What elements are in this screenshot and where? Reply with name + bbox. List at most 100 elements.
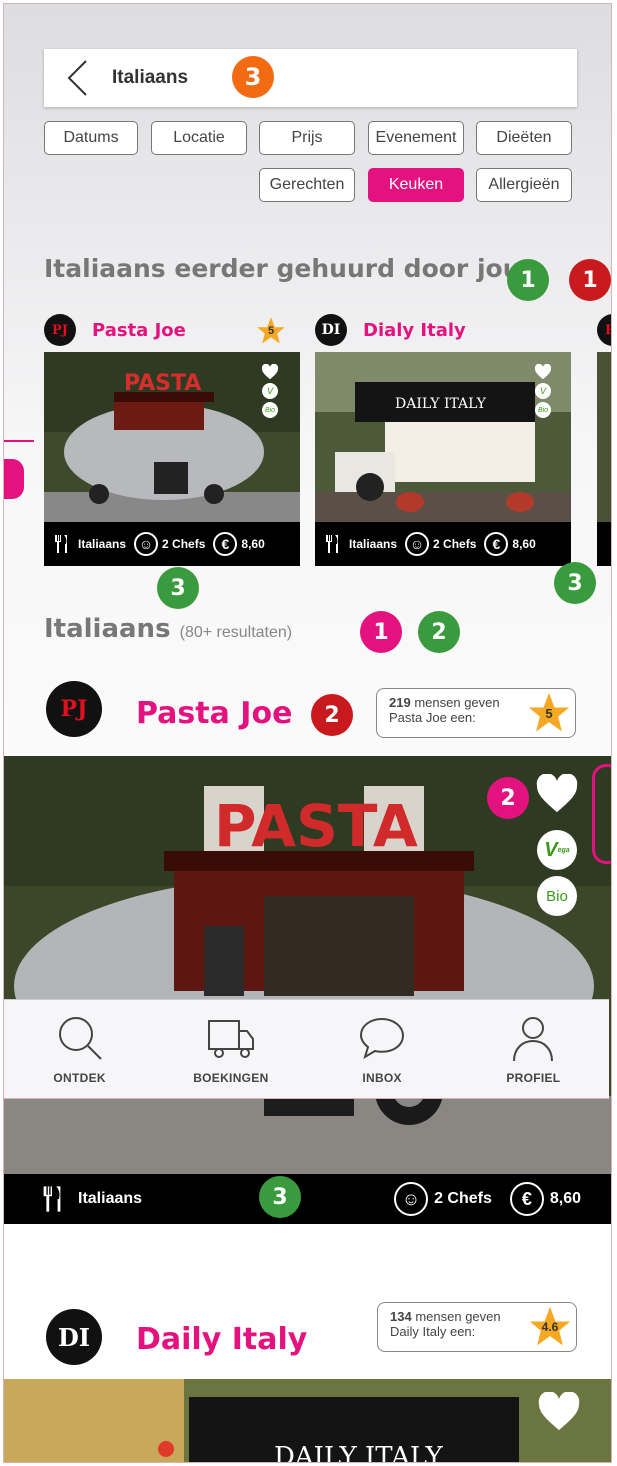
svg-text:PASTA: PASTA [124, 371, 201, 396]
dialy-italy-photo: DAILY ITALY [315, 352, 571, 522]
chef-icon: ☺ [394, 1182, 429, 1216]
vega-sub: ega [557, 846, 570, 854]
results-title: Italiaans (80+ resultaten) [44, 614, 292, 644]
scroll-arrow-icon [4, 440, 34, 442]
filter-datums[interactable]: Datums [44, 121, 138, 155]
nav-ontdek[interactable]: ONTDEK [20, 1013, 140, 1085]
filter-gerechten[interactable]: Gerechten [259, 168, 355, 202]
vendor-red-badge: 2 [311, 694, 353, 736]
app-frame: Italiaans 3 Datums Locatie Prijs Eveneme… [3, 3, 612, 1463]
filter-locatie[interactable]: Locatie [151, 121, 247, 155]
swipe-hand-icon [592, 764, 611, 864]
card-price: 8,60 [512, 537, 536, 551]
rating-star-icon: 5 [527, 691, 571, 735]
bio-icon: Bio [262, 402, 278, 418]
nav-profiel[interactable]: PROFIEL [473, 1013, 593, 1085]
recent-card-dialy-italy[interactable]: DI Dialy Italy DAILY ITALY V Bio Italiaa… [315, 312, 571, 566]
vega-label: V [544, 838, 558, 861]
pasta-joe-logo[interactable]: PJ [46, 681, 102, 737]
back-icon[interactable] [62, 58, 92, 98]
nav-boekingen[interactable]: BOEKINGEN [171, 1013, 291, 1085]
third-card-photo [597, 352, 611, 522]
rating-star-icon: 5 [256, 316, 286, 346]
dialy-italy-logo: DI [315, 314, 347, 346]
rating-count: 134 [390, 1309, 412, 1324]
cutlery-icon [43, 1186, 61, 1212]
card-info-bar: Italiaans ☺ 2 Chefs € 8,60 [44, 522, 300, 566]
results-pink-badge: 1 [360, 611, 402, 653]
card-cuisine: Italiaans [78, 537, 127, 551]
card-price: 8,60 [241, 537, 265, 551]
bar-green-badge: 3 [259, 1176, 301, 1218]
heart-icon[interactable] [261, 364, 279, 380]
filter-dieeten[interactable]: Dieëten [476, 121, 572, 155]
recent-red-badge: 1 [569, 259, 611, 301]
vendor-name[interactable]: Daily Italy [136, 1322, 307, 1357]
vendor-cuisine: Italiaans [78, 1190, 143, 1207]
pasta-joe-logo: PJ [44, 314, 76, 346]
heart-icon[interactable] [536, 1392, 582, 1432]
search-count-badge: 3 [232, 56, 274, 98]
rating-box: 219 mensen geven Pasta Joe een: 5 [376, 688, 576, 738]
filter-allergieen[interactable]: Allergieën [476, 168, 572, 202]
search-icon [58, 1017, 102, 1060]
results-title-text: Italiaans [44, 614, 171, 644]
vega-icon: V [535, 383, 551, 399]
nav-label: PROFIEL [506, 1071, 561, 1085]
recent-card-pasta-joe[interactable]: PJ Pasta Joe 5 PASTA V Bio Italiaans ☺ 2… [44, 312, 300, 566]
rating-text: mensen geven [414, 695, 500, 710]
search-title: Italiaans [112, 67, 189, 88]
card-badges: V Bio [261, 364, 279, 418]
rating-value: 4.6 [541, 1319, 559, 1334]
euro-icon: € [509, 1182, 544, 1216]
card-green-badge: 3 [157, 567, 199, 609]
daily-italy-large-photo[interactable]: DAILY ITALY [4, 1379, 611, 1462]
pasta-joe-large-photo[interactable]: PASTA [4, 756, 611, 1174]
rating-value: 5 [545, 705, 553, 721]
rating-value: 5 [267, 325, 275, 337]
euro-icon: € [213, 532, 238, 556]
card-green-badge: 3 [554, 562, 596, 604]
bio-icon: Bio [537, 876, 577, 916]
bottom-nav: ONTDEK BOEKINGEN INBOX PROFIEL [4, 999, 609, 1099]
nav-inbox[interactable]: INBOX [322, 1013, 442, 1085]
bio-icon: Bio [535, 402, 551, 418]
third-card-bar [597, 522, 611, 566]
card-chefs: 2 Chefs [162, 537, 206, 551]
chat-icon [360, 1017, 405, 1060]
rating-count: 219 [389, 695, 411, 710]
svg-text:DAILY ITALY: DAILY ITALY [395, 396, 487, 412]
euro-icon: € [484, 532, 509, 556]
cutlery-icon [326, 535, 338, 553]
recent-section-title: Italiaans eerder gehuurd door jou [44, 254, 521, 283]
filter-keuken[interactable]: Keuken [368, 168, 464, 202]
card-chefs: 2 Chefs [433, 537, 477, 551]
nav-label: INBOX [362, 1071, 402, 1085]
heart-icon[interactable] [534, 364, 552, 380]
cutlery-icon [55, 535, 67, 553]
card-vendor-name: Pasta Joe [92, 320, 186, 341]
results-green-badge: 2 [418, 611, 460, 653]
rating-box: 134 mensen geven Daily Italy een: 4.6 [377, 1302, 577, 1352]
card-header: DI Dialy Italy [315, 312, 571, 348]
card-badges: V Bio [534, 364, 552, 418]
filter-evenement[interactable]: Evenement [368, 121, 464, 155]
vendor-info-bar: Italiaans ☺ 2 Chefs € 8,60 [4, 1174, 611, 1224]
results-count: (80+ resultaten) [179, 624, 293, 641]
nav-label: ONTDEK [53, 1071, 106, 1085]
rating-text: mensen geven [415, 1309, 501, 1324]
vendor-chefs: 2 Chefs [434, 1190, 492, 1207]
vega-icon: V [262, 383, 278, 399]
heart-icon[interactable] [534, 774, 580, 814]
filter-prijs[interactable]: Prijs [259, 121, 355, 155]
vendor-name[interactable]: Pasta Joe [136, 696, 292, 731]
card-vendor-name: Dialy Italy [363, 320, 466, 341]
card-info-bar: Italiaans ☺ 2 Chefs € 8,60 [315, 522, 571, 566]
truck-icon [207, 1020, 254, 1058]
user-icon [513, 1017, 554, 1062]
svg-text:PASTA: PASTA [214, 792, 418, 860]
chef-icon: ☺ [405, 532, 430, 556]
card-cuisine: Italiaans [349, 537, 398, 551]
search-bar[interactable]: Italiaans [44, 49, 577, 107]
daily-italy-logo[interactable]: DI [46, 1309, 102, 1365]
